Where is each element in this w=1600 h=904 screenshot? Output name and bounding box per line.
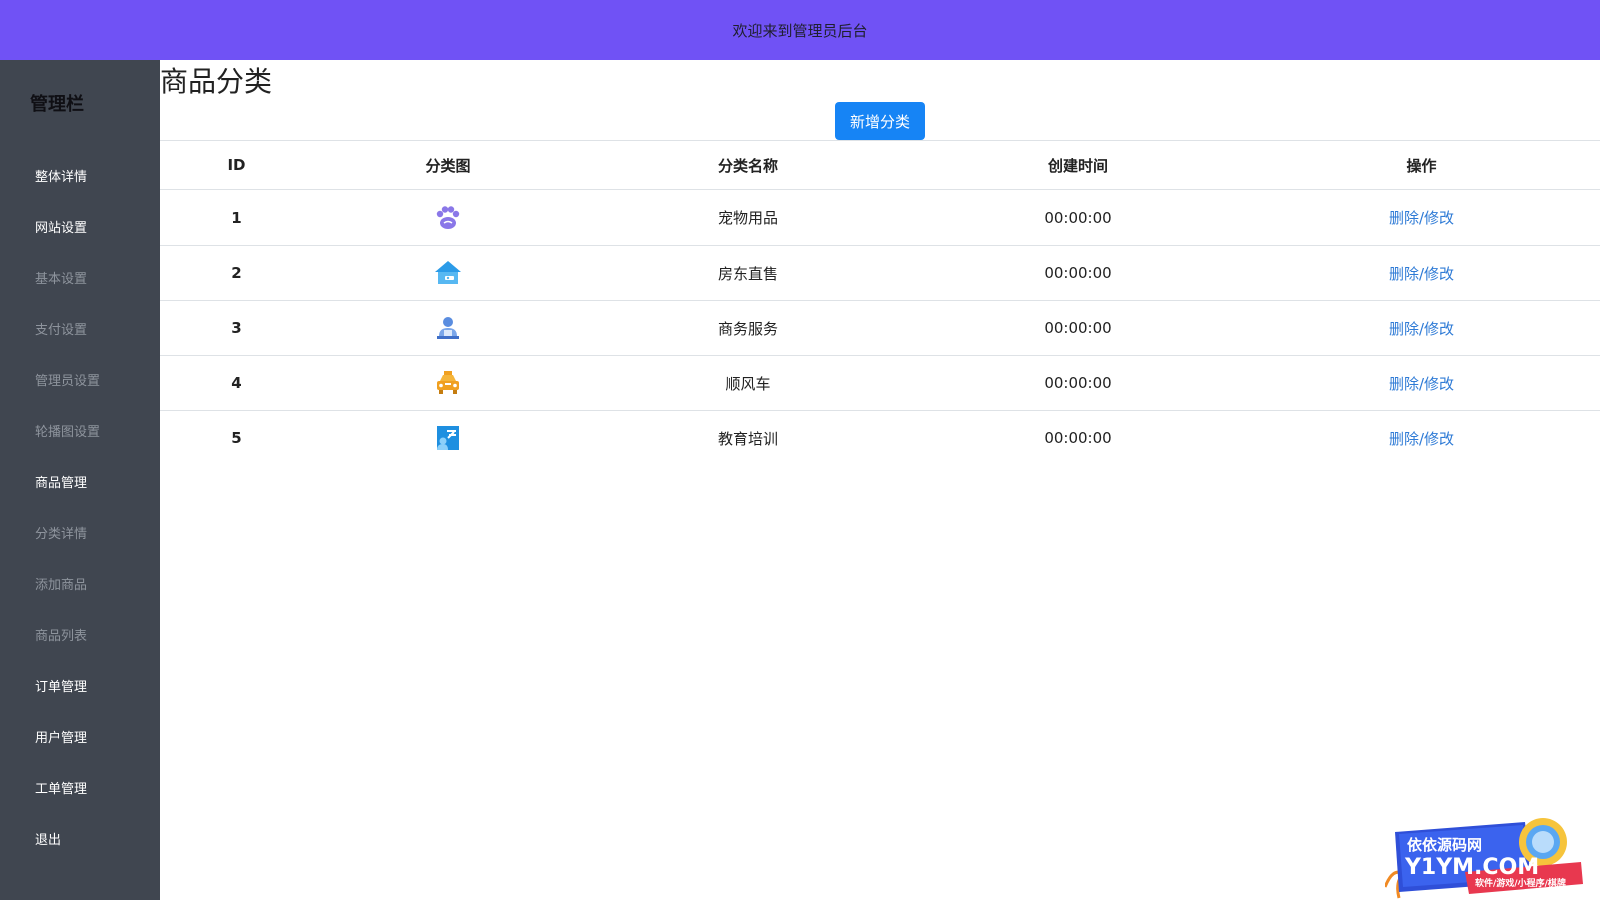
svg-text:软件/游戏/小程序/棋牌: 软件/游戏/小程序/棋牌 <box>1475 877 1566 889</box>
column-header-name: 分类名称 <box>717 156 778 175</box>
column-header-id: ID <box>227 156 246 174</box>
edit-link[interactable]: 修改 <box>1424 209 1454 227</box>
sidebar: 管理栏 整体详情 网站设置 基本设置 支付设置 管理员设置 轮播图设置 商品管理… <box>0 60 160 900</box>
edit-link[interactable]: 修改 <box>1424 320 1454 338</box>
edit-link[interactable]: 修改 <box>1424 430 1454 448</box>
sidebar-item-user-management[interactable]: 用户管理 <box>0 711 160 762</box>
top-banner: 欢迎来到管理员后台 <box>0 0 1600 60</box>
main-content: 商品分类 新增分类 ID 分类图 分类名称 创建时间 操作 1 宠物用品 00:… <box>160 60 1600 900</box>
sidebar-item-product-list[interactable]: 商品列表 <box>0 609 160 660</box>
row-name: 宠物用品 <box>717 209 778 227</box>
sidebar-item-add-product[interactable]: 添加商品 <box>0 558 160 609</box>
add-category-button[interactable]: 新增分类 <box>835 102 925 140</box>
sidebar-item-admin-settings[interactable]: 管理员设置 <box>0 354 160 405</box>
table-row: 4 顺风车 00:00:00 删除/修改 <box>160 355 1600 410</box>
row-time: 00:00:00 <box>1044 208 1112 227</box>
table-row: 1 宠物用品 00:00:00 删除/修改 <box>160 190 1600 245</box>
business-person-icon <box>434 314 462 342</box>
delete-link[interactable]: 删除 <box>1389 209 1419 227</box>
row-name: 教育培训 <box>717 429 778 448</box>
delete-link[interactable]: 删除 <box>1389 375 1419 393</box>
sidebar-item-order-management[interactable]: 订单管理 <box>0 660 160 711</box>
sidebar-title: 管理栏 <box>30 94 84 115</box>
delete-link[interactable]: 删除 <box>1389 320 1419 338</box>
sidebar-item-ticket-management[interactable]: 工单管理 <box>0 762 160 813</box>
svg-text:依依源码网: 依依源码网 <box>1407 836 1482 854</box>
row-id: 1 <box>231 208 242 227</box>
row-id: 3 <box>231 319 242 337</box>
page-title: 商品分类 <box>160 65 273 98</box>
row-id: 4 <box>231 374 242 392</box>
sidebar-item-overview[interactable]: 整体详情 <box>0 150 160 201</box>
delete-link[interactable]: 删除 <box>1389 265 1419 283</box>
row-name: 顺风车 <box>725 374 771 393</box>
table-header-row: ID 分类图 分类名称 创建时间 操作 <box>160 140 1600 190</box>
sidebar-menu: 整体详情 网站设置 基本设置 支付设置 管理员设置 轮播图设置 商品管理 分类详… <box>0 150 160 864</box>
delete-link[interactable]: 删除 <box>1389 430 1419 448</box>
row-actions: 删除/修改 <box>1243 263 1600 284</box>
row-time: 00:00:00 <box>1044 429 1112 447</box>
table-row: 2 房东直售 00:00:00 删除/修改 <box>160 245 1600 300</box>
table-row: 5 教育培训 00:00:00 删除/修改 <box>160 410 1600 465</box>
sidebar-item-payment-settings[interactable]: 支付设置 <box>0 303 160 354</box>
taxi-icon <box>434 369 462 397</box>
row-time: 00:00:00 <box>1044 319 1112 337</box>
sidebar-item-carousel-settings[interactable]: 轮播图设置 <box>0 405 160 456</box>
category-table: ID 分类图 分类名称 创建时间 操作 1 宠物用品 00:00:00 删除/修… <box>160 140 1600 465</box>
paw-icon <box>434 204 462 232</box>
edit-link[interactable]: 修改 <box>1424 265 1454 283</box>
row-name: 房东直售 <box>717 264 778 283</box>
row-time: 00:00:00 <box>1044 264 1112 282</box>
svg-text:Y1YM.COM: Y1YM.COM <box>1404 855 1539 880</box>
education-icon <box>434 424 462 452</box>
column-header-time: 创建时间 <box>1047 156 1108 175</box>
sidebar-item-category-details[interactable]: 分类详情 <box>0 507 160 558</box>
house-icon <box>434 259 462 287</box>
watermark-logo: 依依源码网 Y1YM.COM 软件/游戏/小程序/棋牌 <box>1383 812 1585 900</box>
row-id: 5 <box>231 429 242 447</box>
column-header-image: 分类图 <box>425 156 471 175</box>
sidebar-item-product-management[interactable]: 商品管理 <box>0 456 160 507</box>
sidebar-item-basic-settings[interactable]: 基本设置 <box>0 252 160 303</box>
edit-link[interactable]: 修改 <box>1424 375 1454 393</box>
sidebar-item-logout[interactable]: 退出 <box>0 813 160 864</box>
row-actions: 删除/修改 <box>1243 207 1600 228</box>
column-header-actions: 操作 <box>1406 156 1437 175</box>
row-name: 商务服务 <box>717 319 778 338</box>
row-time: 00:00:00 <box>1044 374 1112 392</box>
row-actions: 删除/修改 <box>1243 318 1600 339</box>
table-row: 3 商务服务 00:00:00 删除/修改 <box>160 300 1600 355</box>
welcome-text: 欢迎来到管理员后台 <box>732 21 868 40</box>
sidebar-item-site-settings[interactable]: 网站设置 <box>0 201 160 252</box>
row-actions: 删除/修改 <box>1243 428 1600 449</box>
row-id: 2 <box>231 264 242 282</box>
row-actions: 删除/修改 <box>1243 373 1600 394</box>
